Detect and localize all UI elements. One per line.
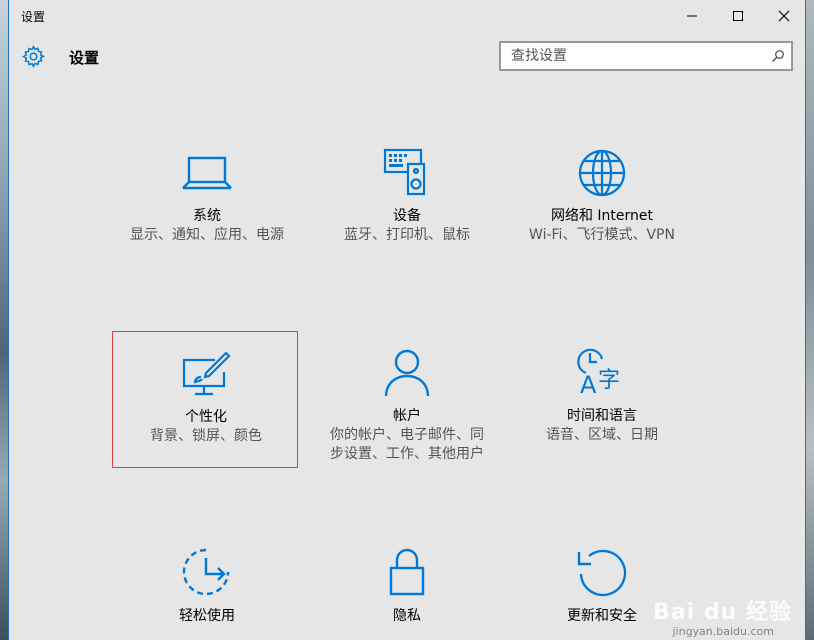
maximize-button[interactable] xyxy=(715,0,761,32)
desktop-background-left xyxy=(0,0,8,640)
tile-title: 轻松使用 xyxy=(179,608,235,624)
watermark-logo: Bai du 经验 xyxy=(653,600,792,625)
search-box[interactable] xyxy=(499,41,793,71)
tile-title: 个性化 xyxy=(185,409,227,425)
tile-devices[interactable]: 设备 蓝牙、打印机、鼠标 xyxy=(314,140,500,270)
tile-ease-of-access[interactable]: 轻松使用 xyxy=(114,540,300,640)
laptop-icon xyxy=(114,148,300,204)
svg-text:字: 字 xyxy=(598,368,620,393)
maximize-icon xyxy=(733,11,743,21)
devices-icon xyxy=(314,148,500,204)
tile-description: 语音、区域、日期 xyxy=(546,427,658,443)
tile-accounts[interactable]: 帐户 你的帐户、电子邮件、同步设置、工作、其他用户 xyxy=(314,331,500,481)
tile-description: 蓝牙、打印机、鼠标 xyxy=(344,227,470,243)
tile-system[interactable]: 系统 显示、通知、应用、电源 xyxy=(114,140,300,270)
search-input[interactable] xyxy=(501,43,761,69)
svg-text:A: A xyxy=(580,371,597,399)
title-bar[interactable]: 设置 xyxy=(9,0,805,32)
search-icon[interactable] xyxy=(771,49,785,63)
close-icon xyxy=(778,10,790,22)
tile-privacy[interactable]: 隐私 xyxy=(314,540,500,640)
tile-time-language[interactable]: A字 时间和语言 语音、区域、日期 xyxy=(509,331,695,461)
person-icon xyxy=(314,347,500,403)
personalization-icon xyxy=(113,350,299,406)
tile-personalization[interactable]: 个性化 背景、锁屏、颜色 xyxy=(112,331,298,468)
watermark-url: jingyan.baidu.com xyxy=(672,625,774,638)
tile-title: 设备 xyxy=(393,208,421,224)
tile-description: 背景、锁屏、颜色 xyxy=(150,428,262,444)
page-title: 设置 xyxy=(69,49,100,67)
tile-description: Wi-Fi、飞行模式、VPN xyxy=(529,227,675,243)
tile-title: 网络和 Internet xyxy=(550,208,654,224)
minimize-button[interactable] xyxy=(669,0,715,32)
tile-description: 你的帐户、电子邮件、同步设置、工作、其他用户 xyxy=(330,427,484,462)
minimize-icon xyxy=(687,15,697,17)
time-language-icon: A字 xyxy=(509,347,695,403)
tile-title: 隐私 xyxy=(393,608,421,624)
tile-title: 系统 xyxy=(193,208,221,224)
settings-window: 设置 设置 系统 显示、通知、应用、电源 xyxy=(8,0,806,640)
tile-description: 显示、通知、应用、电源 xyxy=(130,227,284,243)
globe-icon xyxy=(509,148,695,204)
gear-icon xyxy=(22,45,45,68)
close-button[interactable] xyxy=(761,0,805,32)
tile-network[interactable]: 网络和 Internet Wi-Fi、飞行模式、VPN xyxy=(509,140,695,270)
lock-icon xyxy=(314,546,500,602)
tile-title: 帐户 xyxy=(393,408,421,424)
ease-of-access-icon xyxy=(114,546,300,602)
tile-title: 时间和语言 xyxy=(567,408,637,424)
window-title: 设置 xyxy=(21,10,46,24)
desktop-background-right xyxy=(806,0,814,640)
